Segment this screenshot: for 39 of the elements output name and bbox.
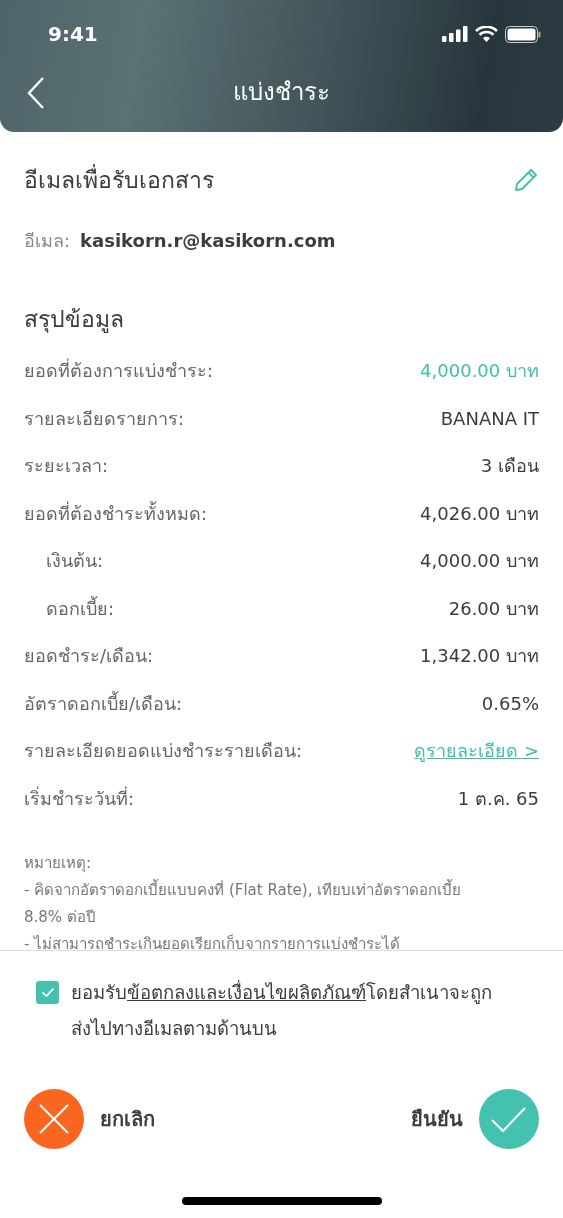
row-value: BANANA IT [440, 407, 539, 429]
row-label: ยอดชำระ/เดือน: [24, 644, 154, 669]
page-title: แบ่งชำระ [233, 76, 330, 108]
row-label: ยอดที่ต้องชำระทั้งหมด: [24, 500, 208, 526]
row-value: 1 ต.ค. 65 [457, 786, 539, 811]
terms-link[interactable]: ข้อตกลงและเงื่อนไขผลิตภัณฑ์ [127, 982, 366, 1003]
section-title: อีเมลเพื่อรับเอกสาร [24, 162, 214, 198]
row-label: รายละเอียดรายการ: [24, 406, 185, 431]
row-label: เงินต้น: [45, 549, 104, 574]
row-label: เริ่มชำระวันที่: [24, 785, 135, 811]
status-time: 9:41 [48, 22, 98, 46]
check-icon [40, 987, 55, 998]
row-value: 26.00 บาท [448, 596, 539, 621]
row-label: ระยะเวลา: [24, 454, 109, 479]
row-value: 4,000.00 บาท [420, 549, 539, 574]
back-button[interactable] [26, 76, 46, 110]
email-label: อีเมล: [24, 229, 71, 253]
row-value: 1,342.00 บาท [420, 644, 539, 669]
row-value: 4,026.00 บาท [420, 501, 539, 526]
battery-icon [505, 25, 541, 43]
cancel-button[interactable]: ยกเลิก [24, 1089, 155, 1149]
row-label: ยอดที่ต้องการแบ่งชำระ: [24, 357, 214, 384]
row-value: 4,000.00 บาท [420, 359, 539, 384]
edit-icon[interactable] [513, 167, 539, 193]
consent-text: ยอมรับข้อตกลงและเงื่อนไขผลิตภัณฑ์โดยสำเนาจะถูกส่งไปทางอีเมลตามด้านบน [71, 979, 493, 1041]
note-text: - คิดจากอัตราดอกเบี้ยแบบคงที่ (Flat Rate), เทียบเท่าอัตราดอกเบี้ย 8.8% ต่อปี [24, 878, 463, 928]
row-value: 3 เดือน [480, 454, 539, 479]
wifi-icon [475, 26, 498, 42]
note-text: - ไม่สามารถชำระเกินยอดเรียกเก็บจากรายการแบ่งชำระได้ [24, 933, 402, 955]
consent-checkbox[interactable] [36, 981, 59, 1004]
signal-icon [442, 26, 468, 42]
row-value: 0.65% [481, 692, 539, 714]
section-title: สรุปข้อมูล [24, 305, 125, 335]
row-label: รายละเอียดยอดแบ่งชำระรายเดือน: [24, 739, 303, 764]
confirm-button[interactable]: ยืนยัน [411, 1089, 539, 1149]
email-value: kasikorn.r@kasikorn.com [80, 230, 336, 251]
notes-title: หมายเหตุ: [24, 853, 93, 875]
row-label: อัตราดอกเบี้ย/เดือน: [24, 690, 183, 716]
row-label: ดอกเบี้ย: [45, 595, 115, 621]
